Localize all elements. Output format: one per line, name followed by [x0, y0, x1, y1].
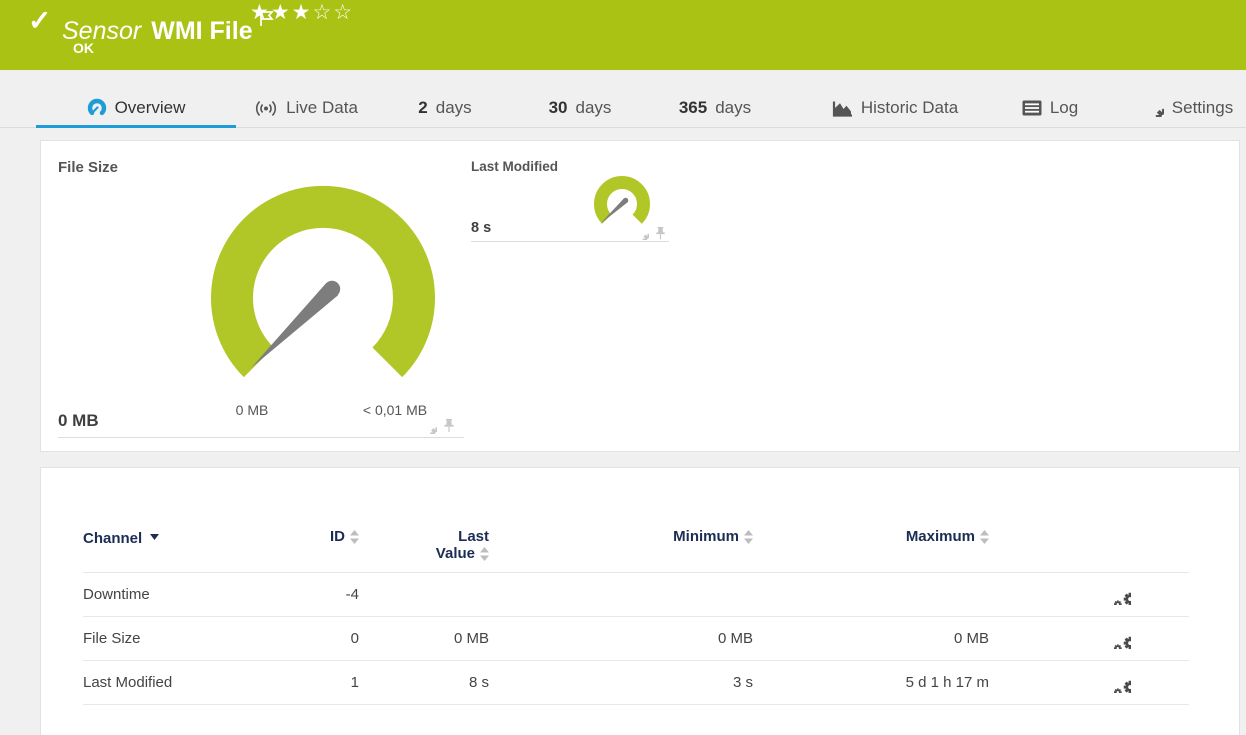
active-tab-underline [36, 125, 236, 128]
column-header-channel[interactable]: Channel [83, 528, 303, 547]
gauge-icon [87, 97, 107, 118]
sensor-header: ✓ Sensor WMI File ★★★☆☆ OK [0, 0, 1246, 70]
sort-icon [980, 528, 989, 545]
file-size-gauge-title: File Size [58, 159, 119, 176]
file-size-pin-icon[interactable] [443, 418, 455, 436]
file-size-divider [58, 437, 464, 438]
priority-stars[interactable]: ★★★☆☆ [250, 0, 354, 25]
table-row: File Size 0 0 MB 0 MB 0 MB [83, 617, 1189, 661]
channel-minimum: 3 s [732, 674, 753, 691]
channel-table-card: Channel ID Last Value Minimum Maximum Do… [40, 467, 1240, 735]
tab-settings[interactable]: Settings [1140, 88, 1240, 127]
prtg-sensor-page: ✓ Sensor WMI File ★★★☆☆ OK Overview Live … [0, 0, 1246, 735]
tab-2-days[interactable]: 2 days [395, 88, 495, 127]
tab-365-days[interactable]: 365 days [655, 88, 775, 127]
channel-name: Last Modified [83, 674, 173, 691]
table-header-row: Channel ID Last Value Minimum Maximum [83, 512, 1189, 573]
channel-minimum: 0 MB [717, 630, 753, 647]
channel-id: 1 [350, 674, 359, 691]
page-title: WMI File [151, 17, 253, 45]
status-badge: OK [73, 40, 94, 56]
settings-gear-icon [1147, 98, 1164, 118]
overview-gauges-card: File Size 0 MB < 0,01 MB 0 MB Last Modif… [40, 140, 1240, 452]
channel-last-value: 8 s [468, 674, 489, 691]
tab-live-data[interactable]: Live Data [236, 88, 376, 127]
historic-chart-icon [832, 98, 853, 118]
column-header-minimum[interactable]: Minimum [489, 528, 753, 545]
channel-id: -4 [345, 586, 359, 603]
tab-historic-data[interactable]: Historic Data [820, 88, 970, 127]
tab-log[interactable]: Log [1005, 88, 1095, 127]
channel-table: Channel ID Last Value Minimum Maximum Do… [83, 512, 1189, 705]
channel-settings-gears-icon[interactable] [1108, 585, 1131, 602]
sort-icon [350, 528, 359, 545]
channel-id: 0 [350, 630, 359, 647]
file-size-scale-min: 0 MB [235, 402, 269, 418]
channel-maximum: 5 d 1 h 17 m [905, 674, 989, 691]
last-modified-divider [471, 241, 669, 242]
tab-bar: Overview Live Data 2 days 30 days 365 da… [0, 88, 1246, 128]
last-modified-gauge-title: Last Modified [471, 159, 558, 174]
channel-settings-gears-icon[interactable] [1108, 629, 1131, 646]
file-size-current-value: 0 MB [58, 411, 99, 430]
column-header-maximum[interactable]: Maximum [753, 528, 989, 545]
table-row: Downtime -4 [83, 573, 1189, 617]
channel-maximum: 0 MB [953, 630, 989, 647]
log-icon [1022, 98, 1042, 118]
sort-caret-down-icon [150, 528, 160, 545]
tab-overview[interactable]: Overview [36, 88, 236, 128]
column-header-id[interactable]: ID [303, 528, 359, 545]
status-check-icon: ✓ [28, 5, 52, 36]
tab-30-days[interactable]: 30 days [525, 88, 635, 127]
file-size-scale-max: < 0,01 MB [362, 402, 428, 418]
channel-settings-gears-icon[interactable] [1108, 673, 1131, 690]
table-row: Last Modified 1 8 s 3 s 5 d 1 h 17 m [83, 661, 1189, 705]
file-size-gauge [211, 185, 435, 378]
sort-icon [480, 545, 489, 562]
channel-name: File Size [83, 630, 141, 647]
last-modified-current-value: 8 s [471, 220, 492, 236]
sort-icon [744, 528, 753, 545]
channel-name: Downtime [83, 586, 150, 603]
file-size-gear-icon[interactable] [423, 418, 437, 436]
live-data-icon [254, 98, 278, 118]
column-header-last-value[interactable]: Last Value [359, 528, 489, 562]
channel-last-value: 0 MB [453, 630, 489, 647]
